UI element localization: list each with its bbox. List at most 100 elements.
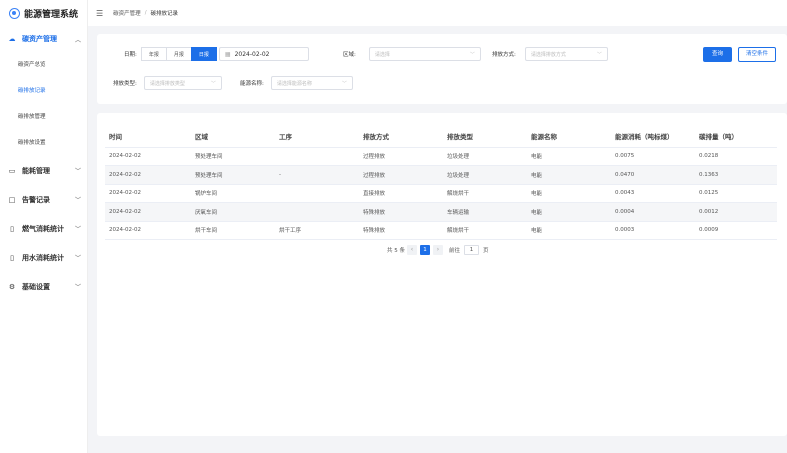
cell-process: 烘干工序 bbox=[275, 221, 359, 240]
region-select[interactable]: 请选择 ﹀ bbox=[368, 47, 481, 61]
gear-icon: ⚙ bbox=[8, 282, 16, 291]
table-row[interactable]: 2024-02-02 预处理车间 过程排放 垃圾处理 电能 0.0075 0.0… bbox=[105, 147, 777, 166]
search-button[interactable]: 查询 bbox=[703, 47, 733, 62]
cell-energy-consumption: 0.0075 bbox=[611, 147, 695, 166]
period-year-button[interactable]: 年报 bbox=[140, 47, 167, 61]
energy-name-label: 能源名称: bbox=[240, 81, 264, 87]
chevron-down-icon: ﹀ bbox=[74, 168, 81, 175]
chevron-down-icon: ﹀ bbox=[74, 255, 81, 262]
cell-region: 厌氧车间 bbox=[191, 202, 275, 222]
cell-carbon-emission: 0.0009 bbox=[695, 221, 777, 240]
menu-water-stats[interactable]: ▯ 用水消耗统计 ﹀ bbox=[0, 243, 87, 272]
col-time[interactable]: 时间 bbox=[105, 125, 191, 148]
date-picker[interactable]: ▦ 2024-02-02 bbox=[218, 47, 309, 61]
goto-page-input[interactable]: 1 bbox=[464, 245, 480, 255]
submenu-carbon-overview[interactable]: 碳资产总览 bbox=[0, 52, 87, 78]
menu-label: 基础设置 bbox=[22, 282, 50, 291]
date-value: 2024-02-02 bbox=[234, 50, 270, 58]
menu-energy-management[interactable]: ▭ 能耗管理 ﹀ bbox=[0, 156, 87, 185]
col-energy-consumption[interactable]: 能源消耗（吨标煤） bbox=[611, 125, 695, 148]
submenu-carbon-records[interactable]: 碳排放记录 bbox=[0, 78, 87, 104]
cell-energy-name: 电能 bbox=[527, 165, 611, 185]
cell-time: 2024-02-02 bbox=[105, 165, 191, 185]
cell-energy-consumption: 0.0004 bbox=[611, 202, 695, 222]
emission-mode-select[interactable]: 请选择排放方式 ﹀ bbox=[524, 47, 608, 61]
cell-time: 2024-02-02 bbox=[105, 221, 191, 240]
region-label: 区域: bbox=[343, 52, 356, 58]
cell-region: 预处理车间 bbox=[191, 165, 275, 185]
chevron-down-icon: ﹀ bbox=[341, 80, 347, 87]
cell-process bbox=[275, 147, 359, 166]
table-row[interactable]: 2024-02-02 烘干车间 烘干工序 特殊排放 解烧烘干 电能 0.0003… bbox=[105, 221, 777, 240]
cell-region: 预处理车间 bbox=[191, 147, 275, 166]
pagination: 共 5 条 ‹ 1 › 前往 1 页 bbox=[387, 245, 489, 255]
menu-basic-settings[interactable]: ⚙ 基础设置 ﹀ bbox=[0, 272, 87, 301]
next-page-button[interactable]: › bbox=[433, 245, 443, 255]
period-day-button[interactable]: 日报 bbox=[190, 47, 217, 61]
breadcrumb-current: 碳排放记录 bbox=[150, 11, 179, 17]
cell-energy-consumption: 0.0003 bbox=[611, 221, 695, 240]
cell-emission-type: 垃圾处理 bbox=[443, 147, 527, 166]
col-carbon-emission[interactable]: 碳排量（吨） bbox=[695, 125, 777, 148]
cell-emission-type: 解烧烘干 bbox=[443, 221, 527, 240]
cell-emission-mode: 特殊排放 bbox=[359, 202, 443, 222]
pagination-total: 共 5 条 bbox=[387, 248, 405, 254]
monitor-icon: ▭ bbox=[8, 166, 16, 175]
breadcrumb-item[interactable]: 碳资产管理 bbox=[113, 9, 141, 17]
alarm-icon: □ bbox=[8, 195, 16, 204]
cell-carbon-emission: 0.1363 bbox=[695, 165, 777, 185]
table-row[interactable]: 2024-02-02 预处理车间 - 过程排放 垃圾处理 电能 0.0470 0… bbox=[105, 165, 777, 185]
cell-time: 2024-02-02 bbox=[105, 184, 191, 203]
menu-gas-stats[interactable]: ▯ 燃气消耗统计 ﹀ bbox=[0, 214, 87, 243]
menu-carbon-assets[interactable]: ☁ 碳资产管理 ︿ bbox=[0, 26, 87, 52]
col-emission-type[interactable]: 排放类型 bbox=[443, 125, 527, 148]
filter-panel: 日期: 年报 月报 日报 ▦ 2024-02-02 区域: 请选择 ﹀ 排放方式… bbox=[97, 34, 787, 104]
page-number-button[interactable]: 1 bbox=[420, 245, 430, 255]
chevron-down-icon: ﹀ bbox=[74, 226, 81, 233]
cell-process: - bbox=[275, 165, 359, 185]
cell-carbon-emission: 0.0125 bbox=[695, 184, 777, 203]
emission-type-select[interactable]: 请选择排放类型 ﹀ bbox=[143, 76, 222, 90]
date-label: 日期: bbox=[124, 52, 137, 58]
sidebar: 能源管理系统 ☁ 碳资产管理 ︿ 碳资产总览 碳排放记录 碳排放管理 碳排放设置… bbox=[0, 0, 88, 453]
submenu-carbon-management[interactable]: 碳排放管理 bbox=[0, 104, 87, 130]
cell-emission-type: 垃圾处理 bbox=[443, 165, 527, 185]
col-region[interactable]: 区域 bbox=[191, 125, 275, 148]
period-toggle: 年报 月报 日报 bbox=[140, 47, 217, 61]
col-emission-mode[interactable]: 排放方式 bbox=[359, 125, 443, 148]
clear-filters-button[interactable]: 清空条件 bbox=[738, 47, 777, 62]
goto-label: 前往 bbox=[449, 248, 461, 254]
prev-page-button[interactable]: ‹ bbox=[407, 245, 417, 255]
period-month-button[interactable]: 月报 bbox=[165, 47, 192, 61]
cell-emission-mode: 过程排放 bbox=[359, 165, 443, 185]
calendar-icon: ▦ bbox=[224, 50, 231, 58]
collapse-menu-icon[interactable]: ☰ bbox=[96, 9, 103, 18]
energy-name-select[interactable]: 请选择能源名称 ﹀ bbox=[270, 76, 353, 90]
table-row[interactable]: 2024-02-02 厌氧车间 特殊排放 车辆运输 电能 0.0004 0.00… bbox=[105, 202, 777, 222]
cell-energy-name: 电能 bbox=[527, 147, 611, 166]
menu-label: 碳资产管理 bbox=[22, 35, 57, 43]
energy-name-placeholder: 请选择能源名称 bbox=[276, 80, 312, 87]
logo-icon bbox=[9, 7, 20, 19]
brand: 能源管理系统 bbox=[0, 0, 87, 26]
cell-energy-name: 电能 bbox=[527, 184, 611, 203]
cell-emission-mode: 过程排放 bbox=[359, 147, 443, 166]
table-header-row: 时间 区域 工序 排放方式 排放类型 能源名称 能源消耗（吨标煤） 碳排量（吨） bbox=[105, 125, 777, 148]
cell-emission-type: 车辆运输 bbox=[443, 202, 527, 222]
menu-alarm-records[interactable]: □ 告警记录 ﹀ bbox=[0, 185, 87, 214]
menu-label: 燃气消耗统计 bbox=[22, 224, 64, 233]
chevron-down-icon: ﹀ bbox=[74, 284, 81, 291]
menu-label: 告警记录 bbox=[22, 195, 50, 204]
water-icon: ▯ bbox=[10, 253, 14, 262]
chevron-up-icon: ︿ bbox=[74, 36, 81, 44]
col-energy-name[interactable]: 能源名称 bbox=[527, 125, 611, 148]
cell-energy-name: 电能 bbox=[527, 202, 611, 222]
col-process[interactable]: 工序 bbox=[275, 125, 359, 148]
table-row[interactable]: 2024-02-02 锅炉车间 直接排放 解烧烘干 电能 0.0043 0.01… bbox=[105, 184, 777, 203]
gas-icon: ▯ bbox=[10, 224, 14, 233]
app-title: 能源管理系统 bbox=[24, 9, 79, 20]
submenu-carbon-settings[interactable]: 碳排放设置 bbox=[0, 130, 87, 156]
cell-energy-consumption: 0.0043 bbox=[611, 184, 695, 203]
header: ☰ 碳资产管理 / 碳排放记录 bbox=[88, 0, 787, 26]
cell-emission-type: 解烧烘干 bbox=[443, 184, 527, 203]
